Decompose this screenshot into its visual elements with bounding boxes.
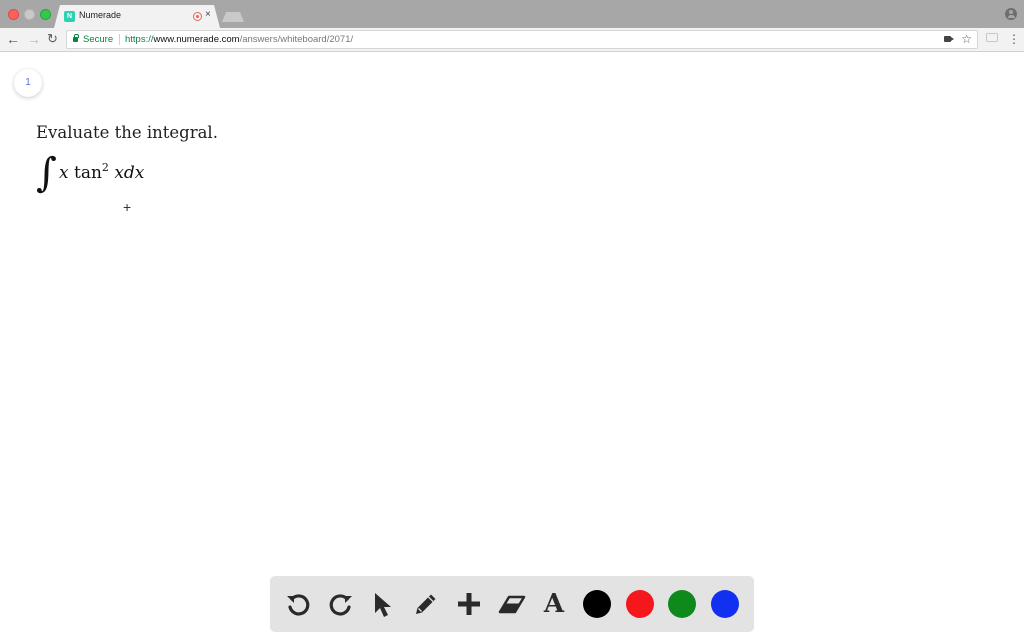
integral-sign: ∫: [36, 150, 57, 196]
secure-label: Secure: [83, 34, 114, 45]
lock-icon: [73, 34, 79, 42]
pointer-icon[interactable]: [369, 590, 397, 618]
crosshair-cursor-icon: +: [123, 199, 132, 215]
integral-expression: ∫ x tan2 xdx: [36, 149, 176, 199]
window-close-button[interactable]: [8, 9, 19, 20]
address-bar[interactable]: Secure https://www.numerade.com/answers/…: [66, 30, 978, 49]
forward-button[interactable]: →: [27, 31, 41, 47]
url-path: /answers/whiteboard/2071/: [239, 34, 354, 45]
page-number-badge[interactable]: 1: [14, 69, 42, 97]
redo-icon[interactable]: [327, 590, 355, 618]
math-tail: xdx: [114, 163, 145, 183]
math-power: 2: [101, 161, 109, 174]
color-red-swatch[interactable]: [626, 590, 654, 618]
browser-titlebar: N Numerade ×: [0, 0, 1024, 28]
window-maximize-button[interactable]: [40, 9, 51, 20]
tab-close-button[interactable]: ×: [205, 9, 211, 20]
tab-title: Numerade: [79, 10, 122, 20]
reload-button[interactable]: ↻: [47, 31, 58, 47]
pencil-icon[interactable]: [412, 590, 440, 618]
text-icon[interactable]: A: [540, 590, 568, 618]
question-text: Evaluate the integral.: [36, 123, 218, 142]
browser-tab[interactable]: N Numerade ×: [54, 5, 220, 28]
math-var-x: x: [59, 163, 69, 183]
url-text[interactable]: https://www.numerade.com/answers/whitebo…: [125, 34, 353, 45]
new-tab-button[interactable]: [222, 12, 244, 22]
profile-icon[interactable]: [1005, 8, 1017, 20]
eraser-icon[interactable]: [498, 590, 526, 618]
numerade-favicon-icon: N: [64, 11, 75, 22]
color-black-swatch[interactable]: [583, 590, 611, 618]
undo-icon[interactable]: [284, 590, 312, 618]
color-blue-swatch[interactable]: [711, 590, 739, 618]
window-minimize-button[interactable]: [24, 9, 35, 20]
color-green-swatch[interactable]: [668, 590, 696, 618]
recording-indicator-icon: [193, 12, 202, 21]
url-host: www.numerade.com: [153, 34, 240, 45]
camera-icon[interactable]: [944, 36, 954, 42]
cast-icon[interactable]: [986, 33, 998, 42]
bookmark-star-icon[interactable]: ☆: [961, 32, 972, 46]
add-icon[interactable]: [455, 590, 483, 618]
integrand: x tan2 xdx: [59, 161, 144, 183]
whiteboard-page[interactable]: 1 Evaluate the integral. ∫ x tan2 xdx +: [0, 53, 1024, 640]
browser-toolbar: ← → ↻ Secure https://www.numerade.com/an…: [0, 28, 1024, 52]
math-func: tan: [74, 163, 102, 183]
address-divider: [119, 34, 120, 45]
url-scheme: https://: [125, 34, 154, 45]
drawing-toolbar: A: [270, 576, 754, 632]
back-button[interactable]: ←: [6, 31, 20, 47]
browser-menu-icon[interactable]: ⋮: [1008, 31, 1020, 47]
